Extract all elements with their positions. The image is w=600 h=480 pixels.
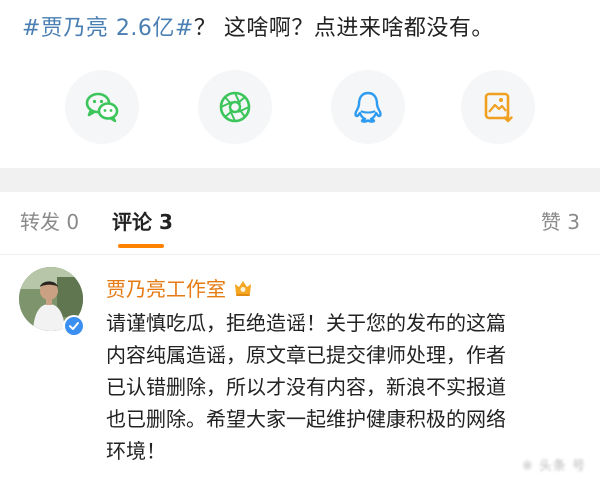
post-text: #贾乃亮 2.6亿#？ 这啥啊？点进来啥都没有。 — [22, 14, 494, 44]
vip-member-icon — [235, 281, 251, 296]
tab-comments[interactable]: 评论 3 — [112, 208, 173, 236]
comment-line: 也已删除。希望大家一起维护健康积极的网络 — [106, 407, 506, 431]
qq-icon — [354, 91, 382, 123]
author-name[interactable]: 贾乃亮工作室 — [106, 273, 226, 302]
comment-line: 内容纯属造谣，原文章已提交律师处理，作者 — [106, 343, 506, 367]
comment-line: 环境！ — [106, 439, 166, 463]
save-image-icon — [484, 92, 513, 123]
post-body-text: ？ 这啥啊？点进来啥都没有。 — [193, 16, 494, 41]
share-wechat-button[interactable] — [65, 70, 139, 144]
share-qq-button[interactable] — [331, 70, 405, 144]
checkmark-icon — [69, 322, 79, 330]
save-image-button[interactable] — [461, 70, 535, 144]
share-moments-button[interactable] — [198, 70, 272, 144]
interaction-tabs: 转发 0 评论 3 赞 3 — [0, 192, 600, 255]
active-tab-indicator — [118, 244, 164, 248]
author-row: 贾乃亮工作室 — [106, 273, 254, 301]
post-hashtag-link[interactable]: #贾乃亮 2.6亿# — [22, 16, 194, 41]
wechat-icon — [85, 92, 119, 123]
comment-line: 已认错删除，所以才没有内容，新浪不实报道 — [106, 375, 506, 399]
post-section: #贾乃亮 2.6亿#？ 这啥啊？点进来啥都没有。 — [0, 0, 600, 168]
section-divider — [0, 168, 600, 192]
tab-likes[interactable]: 赞 3 — [541, 208, 580, 236]
share-row — [0, 70, 600, 144]
comment-line: 请谨慎吃瓜，拒绝造谣！关于您的发布的这篇 — [106, 311, 506, 335]
comment-item: 贾乃亮工作室 请谨慎吃瓜，拒绝造谣！关于您的发布的这篇 内容纯属造谣，原文章已提… — [0, 255, 600, 480]
verified-badge — [63, 315, 85, 337]
tab-repost[interactable]: 转发 0 — [20, 208, 79, 236]
moments-icon — [219, 91, 251, 123]
watermark: ※ 头条 号 — [521, 459, 586, 474]
comment-body: 请谨慎吃瓜，拒绝造谣！关于您的发布的这篇 内容纯属造谣，原文章已提交律师处理，作… — [106, 307, 586, 467]
